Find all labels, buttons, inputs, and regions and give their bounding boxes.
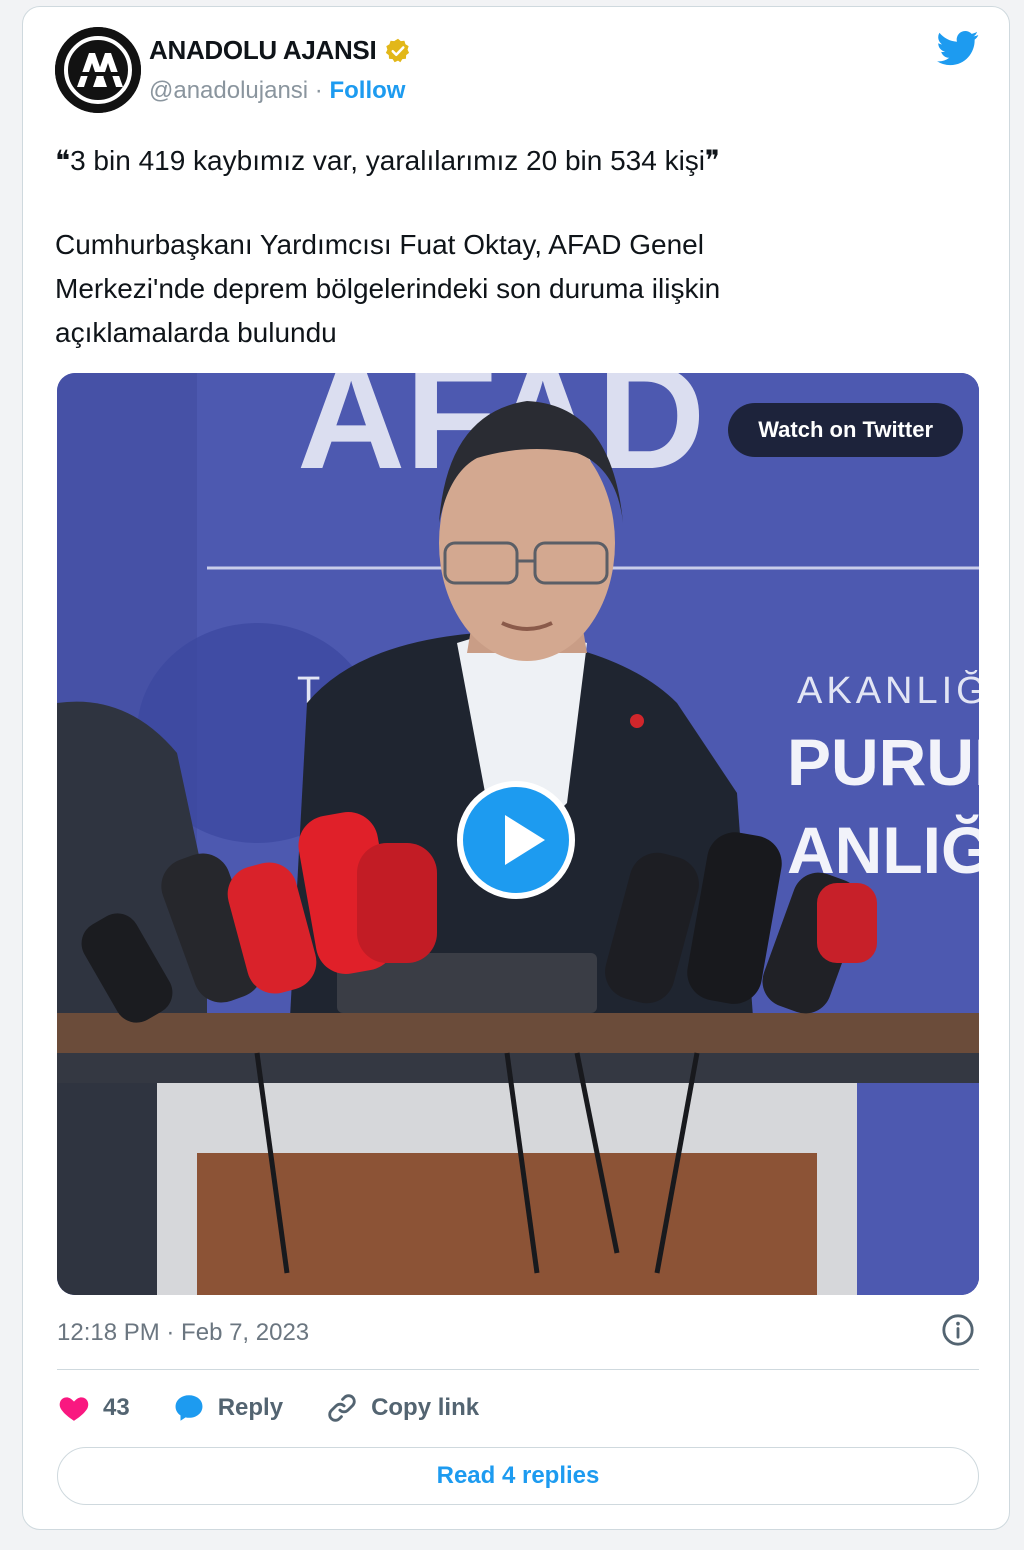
- author-name-row: ANADOLU AJANSI: [149, 35, 412, 66]
- reply-button[interactable]: Reply: [172, 1391, 283, 1425]
- tweet-body-line-3: açıklamalarda bulundu: [55, 317, 337, 348]
- follow-button[interactable]: Follow: [329, 77, 405, 104]
- avatar[interactable]: [55, 27, 141, 113]
- tweet-body-line-2: Merkezi'nde deprem bölgelerindeki son du…: [55, 273, 721, 304]
- like-button[interactable]: 43: [57, 1391, 130, 1425]
- info-icon[interactable]: [941, 1313, 975, 1347]
- tweet-quote: ❝3 bin 419 kaybımız var, yaralılarımız 2…: [55, 145, 721, 176]
- author-display-name[interactable]: ANADOLU AJANSI: [149, 35, 377, 66]
- tweet-actions: 43 Reply Copy link: [57, 1391, 521, 1425]
- aa-logo-icon: [55, 27, 141, 113]
- read-replies-button[interactable]: Read 4 replies: [57, 1447, 979, 1505]
- heart-icon: [59, 1397, 89, 1421]
- copy-link-button[interactable]: Copy link: [325, 1391, 479, 1425]
- copy-link-label: Copy link: [371, 1394, 480, 1421]
- video-player[interactable]: AFAD T AKANLIĞ PURUM ANLIĞ: [57, 373, 979, 1295]
- verified-badge-icon: [386, 38, 410, 62]
- play-button[interactable]: [457, 781, 575, 899]
- tweet-text: ❝3 bin 419 kaybımız var, yaralılarımız 2…: [55, 139, 955, 355]
- link-icon: [328, 1394, 356, 1422]
- backdrop-durum-text: PURUM: [787, 725, 979, 799]
- like-count: 43: [103, 1394, 130, 1421]
- tweet-card: ANADOLU AJANSI @anadolujansi · Follow ❝3…: [22, 6, 1010, 1530]
- reply-label: Reply: [217, 1394, 284, 1421]
- twitter-bird-icon[interactable]: [937, 27, 979, 69]
- handle-separator: ·: [308, 77, 330, 104]
- author-handle[interactable]: @anadolujansi: [149, 77, 308, 104]
- divider: [57, 1369, 979, 1370]
- author-handle-row: @anadolujansi · Follow: [149, 77, 405, 105]
- backdrop-bakanlik-text: AKANLIĞ: [797, 668, 979, 712]
- tweet-body-line-1: Cumhurbaşkanı Yardımcısı Fuat Oktay, AFA…: [55, 229, 704, 260]
- tweet-timestamp[interactable]: 12:18 PM · Feb 7, 2023: [57, 1319, 309, 1347]
- watch-on-twitter-button[interactable]: Watch on Twitter: [728, 403, 963, 457]
- reply-bubble-icon: [175, 1395, 203, 1421]
